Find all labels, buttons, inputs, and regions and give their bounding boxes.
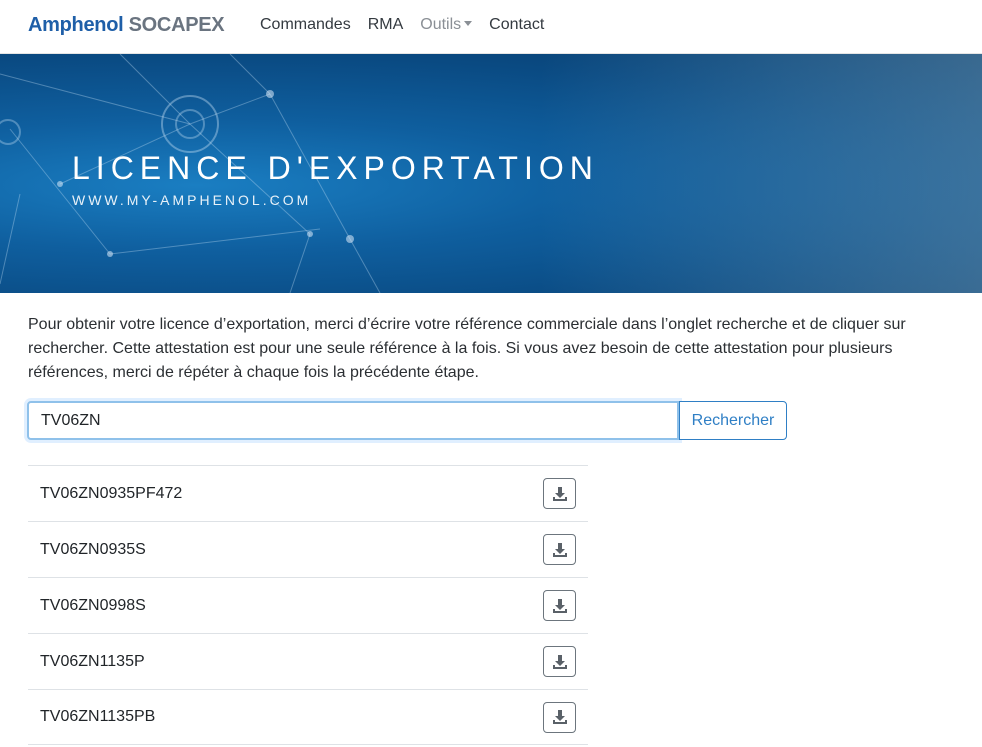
download-button[interactable] [543,590,576,621]
list-item: TV06ZN0935PF472 [28,465,588,521]
nav-rma[interactable]: RMA [368,16,404,34]
brand-name-amphenol: Amphenol [28,14,124,36]
download-button[interactable] [543,701,576,733]
brand-name-socapex: SOCAPEX [128,14,225,36]
download-icon [552,486,567,501]
nav-contact[interactable]: Contact [489,16,544,34]
result-reference: TV06ZN0935S [40,540,146,558]
download-button[interactable] [543,646,576,677]
download-button[interactable] [543,534,576,565]
result-reference: TV06ZN0935PF472 [40,484,183,502]
reference-search-input[interactable] [27,401,679,440]
download-icon [552,542,567,557]
list-item: TV06ZN1135PB [28,689,588,745]
download-icon [552,598,567,613]
nav-commandes[interactable]: Commandes [260,16,351,34]
results-list: TV06ZN0935PF472 TV06ZN0935S TV06ZN0998S … [28,465,588,745]
page-title: LICENCE D'EXPORTATION [72,150,599,186]
search-bar: Rechercher [27,401,787,440]
hero-banner: LICENCE D'EXPORTATION WWW.MY-AMPHENOL.CO… [0,54,982,293]
result-reference: TV06ZN0998S [40,596,146,614]
download-button[interactable] [543,478,576,509]
brand-logo[interactable]: Amphenol SOCAPEX [28,14,225,37]
page-subtitle: WWW.MY-AMPHENOL.COM [72,192,312,208]
list-item: TV06ZN0935S [28,521,588,577]
main-nav: Commandes RMA Outils Contact [260,16,561,34]
download-icon [552,654,567,669]
caret-down-icon [464,21,473,26]
top-navbar: Amphenol SOCAPEX Commandes RMA Outils Co… [0,0,982,54]
list-item: TV06ZN1135P [28,633,588,689]
search-button[interactable]: Rechercher [679,401,787,440]
result-reference: TV06ZN1135PB [40,708,156,725]
list-item: TV06ZN0998S [28,577,588,633]
instructions-text: Pour obtenir votre licence d’exportation… [28,316,906,381]
nav-outils-label: Outils [420,16,462,33]
result-reference: TV06ZN1135P [40,652,145,670]
download-icon [552,710,567,724]
nav-outils-dropdown[interactable]: Outils [420,16,473,34]
